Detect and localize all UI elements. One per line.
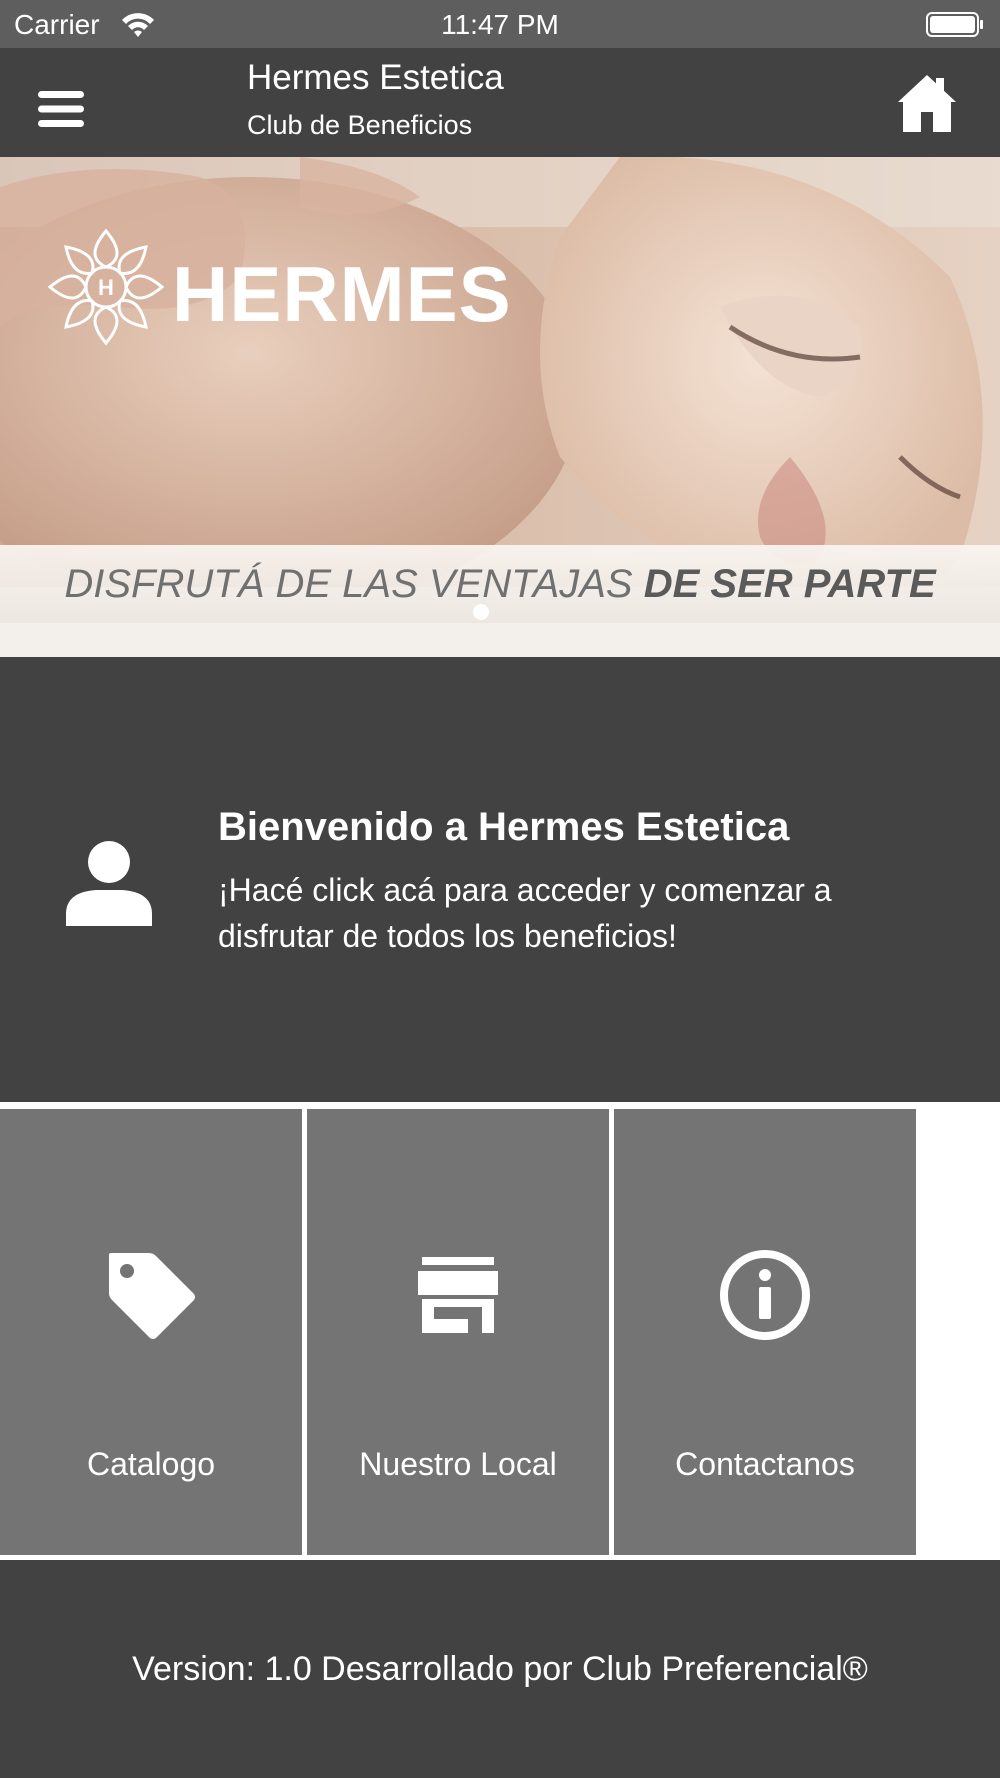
shortcut-tiles: Catalogo Nuestro Local Contactanos xyxy=(0,1106,1000,1558)
nav-bar: Hermes Estetica Club de Beneficios xyxy=(0,48,1000,157)
footer: Version: 1.0 Desarrollado por Club Prefe… xyxy=(0,1560,1000,1778)
home-icon[interactable] xyxy=(896,72,958,134)
tagline-bold: DE SER PARTE xyxy=(643,562,936,606)
battery-icon xyxy=(926,12,983,37)
welcome-title: Bienvenido a Hermes Estetica xyxy=(218,805,790,849)
carousel-page-dot[interactable] xyxy=(473,604,489,620)
welcome-description: ¡Hacé click acá para acceder y comenzar … xyxy=(218,872,832,954)
hamburger-menu-icon[interactable] xyxy=(38,89,84,129)
header-subtitle: Club de Beneficios xyxy=(247,110,473,140)
header-title: Hermes Estetica xyxy=(247,58,504,97)
tile-contactanos[interactable]: Contactanos xyxy=(614,1109,916,1555)
banner-tagline: DISFRUTÁ DE LAS VENTAJAS DE SER PARTE xyxy=(0,562,1000,607)
tag-icon xyxy=(109,1253,195,1339)
tagline-regular: DISFRUTÁ DE LAS VENTAJAS xyxy=(64,562,633,606)
tile-catalogo[interactable]: Catalogo xyxy=(0,1109,302,1555)
tile-label: Catalogo xyxy=(86,1446,216,1482)
tile-label: Nuestro Local xyxy=(359,1446,557,1482)
clock: 11:47 PM xyxy=(441,9,559,40)
status-bar: Carrier 11:47 PM xyxy=(0,0,1000,48)
brand-name: HERMES xyxy=(172,250,512,338)
hermes-lotus-logo: H xyxy=(48,228,164,346)
promo-banner[interactable]: H HERMES DISFRUTÁ DE LAS VENTAJAS DE SER… xyxy=(0,157,1000,657)
tile-nuestro-local[interactable]: Nuestro Local xyxy=(307,1109,609,1555)
welcome-login-card[interactable]: Bienvenido a Hermes Estetica ¡Hacé click… xyxy=(0,657,1000,1102)
info-icon xyxy=(720,1250,810,1340)
user-icon xyxy=(66,841,152,926)
tile-label: Contactanos xyxy=(675,1446,855,1482)
version-credit: Version: 1.0 Desarrollado por Club Prefe… xyxy=(132,1650,868,1688)
store-icon xyxy=(418,1257,498,1333)
logo-letter: H xyxy=(98,275,114,300)
